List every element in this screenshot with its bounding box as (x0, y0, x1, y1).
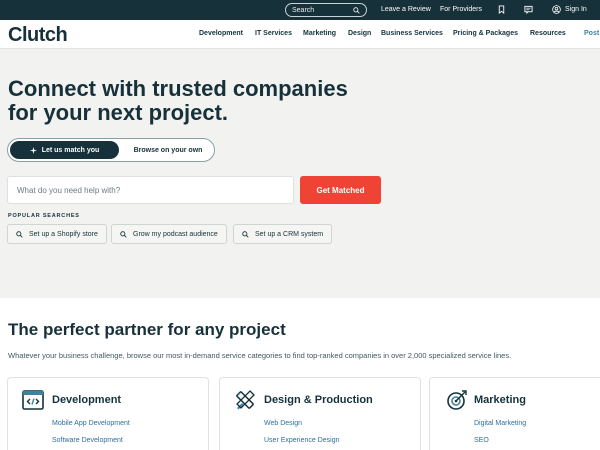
toggle-active-label: Let us match you (41, 146, 100, 154)
toggle-inactive-label: Browse on your own (133, 146, 203, 154)
nav-design[interactable]: Design (348, 30, 371, 37)
card-title: Marketing (474, 394, 526, 406)
category-card-marketing[interactable]: Marketing Digital Marketing SEO (429, 377, 600, 450)
search-icon (120, 230, 127, 238)
hero-title-line1: Connect with trusted companies (8, 76, 348, 101)
hero-title-line2: for your next project. (8, 100, 229, 125)
card-link[interactable]: Software Development (52, 437, 123, 444)
popular-searches-label: POPULAR SEARCHES (8, 213, 80, 219)
card-link[interactable]: SEO (474, 437, 489, 444)
nav-resources[interactable]: Resources (530, 30, 566, 37)
chip-label: Set up a Shopify store (29, 230, 98, 238)
message-icon[interactable] (524, 5, 533, 14)
target-icon (447, 390, 467, 410)
nav-pricing-packages[interactable]: Pricing & Packages (453, 30, 518, 37)
nav-it-services[interactable]: IT Services (255, 30, 292, 37)
user-icon[interactable] (552, 5, 561, 14)
match-mode-toggle: Let us match you Browse on your own (7, 138, 215, 162)
sign-in-link[interactable]: Sign In (565, 6, 587, 13)
category-card-development[interactable]: Development Mobile App Development Softw… (7, 377, 209, 450)
chip-label: Set up a CRM system (255, 230, 324, 238)
card-link[interactable]: Digital Marketing (474, 420, 526, 427)
card-link[interactable]: Web Design (264, 420, 302, 427)
category-card-design[interactable]: Design & Production Web Design User Expe… (219, 377, 421, 450)
partner-section-title: The perfect partner for any project (8, 320, 286, 339)
popular-chip[interactable]: Set up a CRM system (233, 224, 333, 244)
leave-review-link[interactable]: Leave a Review (381, 6, 431, 13)
top-search-box[interactable]: Search (285, 3, 367, 17)
help-search-input[interactable] (7, 176, 294, 204)
card-link[interactable]: User Experience Design (264, 437, 339, 444)
popular-chip[interactable]: Grow my podcast audience (111, 224, 227, 244)
card-title: Design & Production (264, 394, 373, 406)
nav-post-project[interactable]: Post (584, 30, 599, 37)
code-icon (22, 390, 44, 410)
nav-development[interactable]: Development (199, 30, 243, 37)
hero-title: Connect with trusted companies for your … (8, 77, 348, 125)
toggle-let-us-match[interactable]: Let us match you (10, 141, 119, 159)
search-icon (353, 6, 360, 14)
chip-label: Grow my podcast audience (133, 230, 218, 238)
top-utility-bar: Search Leave a Review For Providers Sign… (0, 0, 600, 20)
search-icon (242, 230, 249, 238)
logo-text: Clutch (8, 24, 68, 46)
sparkle-icon (29, 146, 37, 154)
nav-business-services[interactable]: Business Services (381, 30, 443, 37)
card-title: Development (52, 394, 122, 406)
card-link[interactable]: Mobile App Development (52, 420, 130, 427)
toggle-browse-own[interactable]: Browse on your own (122, 141, 214, 159)
get-matched-button[interactable]: Get Matched (300, 176, 381, 204)
partner-section: The perfect partner for any project What… (0, 298, 600, 450)
design-tools-icon (236, 390, 255, 410)
clutch-logo[interactable]: Clutch (8, 24, 68, 47)
search-icon (16, 230, 23, 238)
top-search-label: Search (292, 6, 315, 14)
bookmark-icon[interactable] (497, 5, 506, 14)
for-providers-link[interactable]: For Providers (440, 6, 482, 13)
nav-marketing[interactable]: Marketing (303, 30, 336, 37)
popular-chip[interactable]: Set up a Shopify store (7, 224, 107, 244)
main-navbar: Clutch Development IT Services Marketing… (0, 20, 600, 49)
partner-section-subtitle: Whatever your business challenge, browse… (8, 351, 512, 360)
